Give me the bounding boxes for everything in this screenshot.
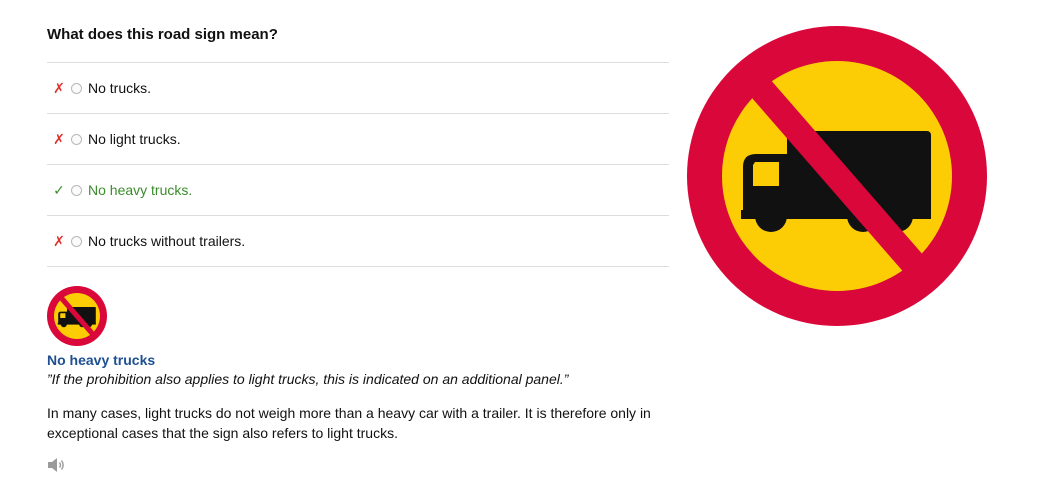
answer-list: ✗ No trucks. ✗ No light trucks. ✓ No hea… [47,62,669,267]
quiz-page: What does this road sign mean? ✗ No truc… [0,0,1060,501]
answer-option-4[interactable]: ✗ No trucks without trailers. [47,216,669,267]
wrong-mark-icon: ✗ [53,79,65,96]
explanation-body: In many cases, light trucks do not weigh… [47,405,651,441]
answer-option-2[interactable]: ✗ No light trucks. [47,114,669,165]
answer-label: No light trucks. [88,131,181,147]
radio-button[interactable] [71,133,82,145]
no-heavy-trucks-sign-icon [47,286,107,346]
radio-button[interactable] [71,82,82,94]
answer-label: No heavy trucks. [88,182,193,198]
explanation-title: No heavy trucks [47,352,156,368]
speaker-icon[interactable] [46,456,66,474]
answer-option-1[interactable]: ✗ No trucks. [47,63,669,114]
explanation-quote: ”If the prohibition also applies to ligh… [47,371,569,387]
answer-label: No trucks. [88,80,152,96]
answer-option-3[interactable]: ✓ No heavy trucks. [47,165,669,216]
no-heavy-trucks-sign [687,26,987,326]
correct-mark-icon: ✓ [53,181,65,198]
question-title: What does this road sign mean? [47,26,278,43]
wrong-mark-icon: ✗ [53,130,65,147]
radio-button[interactable] [71,184,82,196]
wrong-mark-icon: ✗ [53,232,65,249]
answer-label: No trucks without trailers. [88,233,246,249]
radio-button[interactable] [71,235,82,247]
